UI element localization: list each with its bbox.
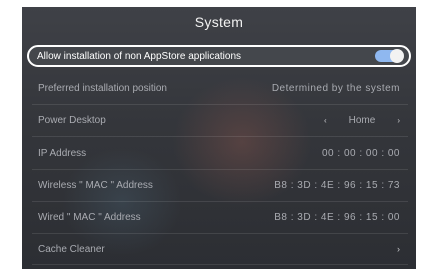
ip-address-value: 00 : 00 : 00 : 00 <box>322 147 400 159</box>
system-settings-screen: System Allow installation of non AppStor… <box>22 7 416 269</box>
cache-cleaner-row[interactable]: Cache Cleaner › <box>30 238 410 260</box>
wireless-mac-label: Wireless " MAC " Address <box>38 179 153 191</box>
power-desktop-value: Home <box>348 114 376 126</box>
preferred-position-label: Preferred installation position <box>38 82 167 94</box>
divider <box>32 264 408 265</box>
wireless-mac-value: B8 : 3D : 4E : 96 : 15 : 73 <box>274 179 400 191</box>
divider <box>32 201 408 202</box>
arrow-left-icon[interactable]: ‹ <box>324 116 327 125</box>
allow-install-label: Allow installation of non AppStore appli… <box>37 50 242 62</box>
allow-non-appstore-install-row[interactable]: Allow installation of non AppStore appli… <box>27 45 411 67</box>
cache-cleaner-label: Cache Cleaner <box>38 243 105 255</box>
wired-mac-value: B8 : 3D : 4E : 96 : 15 : 00 <box>274 211 400 223</box>
preferred-position-value: Determined by the system <box>271 82 400 94</box>
power-desktop-label: Power Desktop <box>38 114 106 126</box>
power-desktop-selector[interactable]: ‹ Home › <box>324 115 410 126</box>
ip-address-label: IP Address <box>38 147 87 159</box>
wireless-mac-row: Wireless " MAC " Address B8 : 3D : 4E : … <box>30 174 410 196</box>
divider <box>32 104 408 105</box>
divider <box>32 136 408 137</box>
wired-mac-row: Wired " MAC " Address B8 : 3D : 4E : 96 … <box>30 206 410 228</box>
allow-install-toggle[interactable] <box>375 49 404 63</box>
page-title: System <box>194 14 244 30</box>
divider <box>32 169 408 170</box>
toggle-knob <box>390 49 404 63</box>
arrow-right-icon[interactable]: › <box>397 116 400 125</box>
divider <box>32 233 408 234</box>
power-desktop-row[interactable]: Power Desktop ‹ Home › <box>30 109 410 131</box>
chevron-right-icon: › <box>397 244 400 254</box>
ip-address-row: IP Address 00 : 00 : 00 : 00 <box>30 142 410 164</box>
preferred-installation-position-row[interactable]: Preferred installation position Determin… <box>30 77 410 99</box>
wired-mac-label: Wired " MAC " Address <box>38 211 141 223</box>
